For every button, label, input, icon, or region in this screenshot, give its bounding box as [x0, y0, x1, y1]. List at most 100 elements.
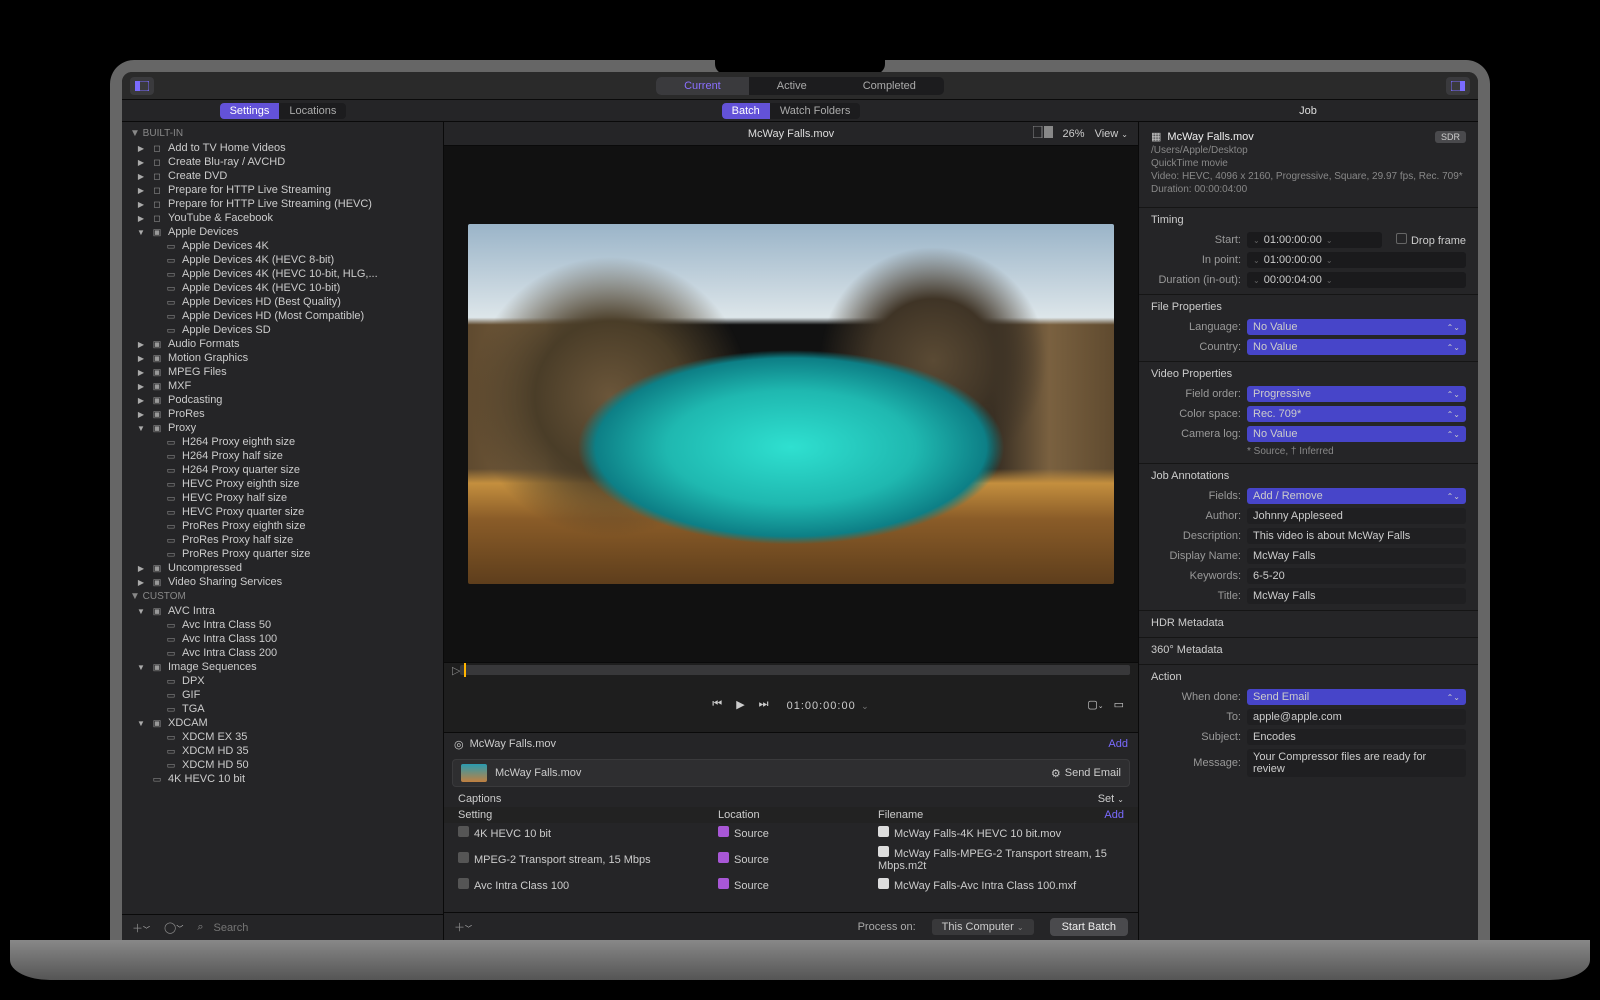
start-batch-button[interactable]: Start Batch — [1050, 918, 1128, 936]
tree-item[interactable]: Avc Intra Class 200 — [122, 646, 443, 660]
tree-item[interactable]: Apple Devices HD (Best Quality) — [122, 295, 443, 309]
disclosure-icon[interactable]: ▶ — [136, 186, 146, 195]
tab-batch[interactable]: Batch — [722, 103, 770, 119]
tree-item[interactable]: ▼Image Sequences — [122, 660, 443, 674]
inpoint-field[interactable]: ⌄01:00:00:00⌄ — [1247, 252, 1466, 268]
tree-item[interactable]: ▶Prepare for HTTP Live Streaming — [122, 183, 443, 197]
timecode[interactable]: 01:00:00:00 ⌄ — [787, 696, 870, 714]
section-hdr-metadata[interactable]: HDR Metadata — [1139, 610, 1478, 633]
play-icon[interactable]: ▶ — [736, 698, 744, 711]
tree-item[interactable]: HEVC Proxy half size — [122, 491, 443, 505]
message-input[interactable]: Your Compressor files are ready for revi… — [1247, 749, 1466, 777]
tree-item[interactable]: ▼Apple Devices — [122, 225, 443, 239]
cameralog-select[interactable]: No Value⌃⌄ — [1247, 426, 1466, 442]
disclosure-icon[interactable]: ▼ — [136, 424, 146, 433]
tree-item[interactable]: Apple Devices 4K — [122, 239, 443, 253]
disclosure-icon[interactable]: ▼ — [136, 663, 146, 672]
disclosure-icon[interactable]: ▶ — [136, 144, 146, 153]
batch-row[interactable]: Avc Intra Class 100SourceMcWay Falls-Avc… — [444, 875, 1138, 895]
tree-item[interactable]: ▶Video Sharing Services — [122, 575, 443, 589]
disclosure-icon[interactable]: ▶ — [136, 354, 146, 363]
section-360-metadata[interactable]: 360° Metadata — [1139, 637, 1478, 660]
duration-field[interactable]: ⌄00:00:04:00⌄ — [1247, 272, 1466, 288]
tree-item[interactable]: H264 Proxy half size — [122, 449, 443, 463]
tree-item[interactable]: Apple Devices SD — [122, 323, 443, 337]
disclosure-icon[interactable]: ▶ — [136, 214, 146, 223]
expand-icon[interactable]: ▭ — [1114, 698, 1124, 711]
disclosure-icon[interactable]: ▼ — [136, 607, 146, 616]
disclosure-icon[interactable]: ▶ — [136, 158, 146, 167]
search-input[interactable] — [213, 922, 437, 934]
tree-item[interactable]: Apple Devices 4K (HEVC 10-bit, HLG,... — [122, 267, 443, 281]
tree-item[interactable]: ▶Create DVD — [122, 169, 443, 183]
country-select[interactable]: No Value⌃⌄ — [1247, 339, 1466, 355]
start-field[interactable]: ⌄01:00:00:00⌄ — [1247, 232, 1382, 248]
disclosure-icon[interactable]: ▼ — [136, 719, 146, 728]
sidebar-toggle-icon[interactable] — [130, 77, 154, 95]
fieldorder-select[interactable]: Progressive⌃⌄ — [1247, 386, 1466, 402]
tree-item[interactable]: Apple Devices 4K (HEVC 8-bit) — [122, 253, 443, 267]
disclosure-icon[interactable]: ▼ — [136, 228, 146, 237]
tab-current[interactable]: Current — [656, 77, 749, 95]
timeline-scrubber[interactable] — [460, 665, 1130, 675]
keywords-input[interactable]: 6-5-20 — [1247, 568, 1466, 584]
tree-item[interactable]: ▶Motion Graphics — [122, 351, 443, 365]
disclosure-icon[interactable]: ▶ — [136, 564, 146, 573]
whendone-select[interactable]: Send Email⌃⌄ — [1247, 689, 1466, 705]
tree-item[interactable]: Avc Intra Class 50 — [122, 618, 443, 632]
action-menu-icon[interactable]: ◯﹀ — [160, 921, 187, 934]
tree-item[interactable]: ▶Podcasting — [122, 393, 443, 407]
tree-section-header[interactable]: ▼ BUILT-IN — [122, 126, 443, 141]
tree-item[interactable]: Apple Devices 4K (HEVC 10-bit) — [122, 281, 443, 295]
tree-item[interactable]: ▶Prepare for HTTP Live Streaming (HEVC) — [122, 197, 443, 211]
tree-item[interactable]: HEVC Proxy eighth size — [122, 477, 443, 491]
tree-item[interactable]: ▼XDCAM — [122, 716, 443, 730]
tree-item[interactable]: ▼Proxy — [122, 421, 443, 435]
tree-item[interactable]: ▶ProRes — [122, 407, 443, 421]
tree-item[interactable]: XDCM HD 35 — [122, 744, 443, 758]
displayname-input[interactable]: McWay Falls — [1247, 548, 1466, 564]
job-action[interactable]: Send Email — [1051, 767, 1121, 780]
tree-item[interactable]: ProRes Proxy half size — [122, 533, 443, 547]
goto-start-icon[interactable]: ▷ — [452, 664, 460, 677]
tree-item[interactable]: ▼AVC Intra — [122, 604, 443, 618]
disclosure-icon[interactable]: ▶ — [136, 396, 146, 405]
tree-item[interactable]: XDCM HD 50 — [122, 758, 443, 772]
marker-icon[interactable]: ▢⌄ — [1087, 698, 1103, 711]
disclosure-icon[interactable]: ▶ — [136, 368, 146, 377]
tree-item[interactable]: Avc Intra Class 100 — [122, 632, 443, 646]
tree-item[interactable]: Apple Devices HD (Most Compatible) — [122, 309, 443, 323]
tree-item[interactable]: ProRes Proxy eighth size — [122, 519, 443, 533]
tree-item[interactable]: TGA — [122, 702, 443, 716]
prev-frame-icon[interactable]: ⏮ — [712, 698, 722, 711]
tree-item[interactable]: H264 Proxy eighth size — [122, 435, 443, 449]
tree-item[interactable]: ▶MXF — [122, 379, 443, 393]
tree-item[interactable]: GIF — [122, 688, 443, 702]
disclosure-icon[interactable]: ▶ — [136, 410, 146, 419]
captions-set-link[interactable]: Set ⌄ — [1098, 793, 1124, 805]
col-add-link[interactable]: Add — [1104, 809, 1124, 821]
drop-frame-checkbox[interactable] — [1396, 233, 1407, 244]
batch-row[interactable]: 4K HEVC 10 bitSourceMcWay Falls-4K HEVC … — [444, 823, 1138, 843]
colorspace-select[interactable]: Rec. 709*⌃⌄ — [1247, 406, 1466, 422]
fields-select[interactable]: Add / Remove⌃⌄ — [1247, 488, 1466, 504]
playhead[interactable] — [464, 663, 466, 677]
author-input[interactable]: Johnny Appleseed — [1247, 508, 1466, 524]
to-input[interactable]: apple@apple.com — [1247, 709, 1466, 725]
job-card[interactable]: McWay Falls.mov Send Email — [452, 759, 1130, 787]
title-input[interactable]: McWay Falls — [1247, 588, 1466, 604]
process-on-select[interactable]: This Computer ⌄ — [932, 919, 1034, 935]
tab-completed[interactable]: Completed — [835, 77, 944, 95]
tree-item[interactable]: H264 Proxy quarter size — [122, 463, 443, 477]
subject-input[interactable]: Encodes — [1247, 729, 1466, 745]
tree-section-header[interactable]: ▼ CUSTOM — [122, 589, 443, 604]
tree-item[interactable]: HEVC Proxy quarter size — [122, 505, 443, 519]
tab-active[interactable]: Active — [749, 77, 835, 95]
view-menu[interactable]: View ⌄ — [1095, 128, 1128, 140]
tab-settings[interactable]: Settings — [220, 103, 280, 119]
language-select[interactable]: No Value⌃⌄ — [1247, 319, 1466, 335]
tree-item[interactable]: ▶YouTube & Facebook — [122, 211, 443, 225]
disclosure-icon[interactable]: ▶ — [136, 578, 146, 587]
tree-item[interactable]: ▶Uncompressed — [122, 561, 443, 575]
tab-watch-folders[interactable]: Watch Folders — [770, 103, 861, 119]
